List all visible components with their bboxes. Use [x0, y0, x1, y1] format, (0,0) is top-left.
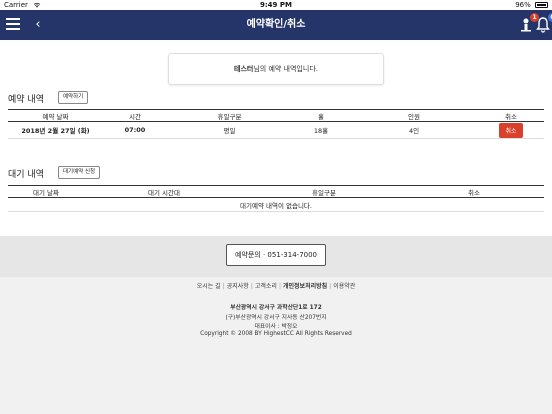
page-title: 예약확인/취소	[246, 19, 306, 30]
column-header: 홀	[292, 109, 350, 122]
cancel-button[interactable]: 취소	[499, 122, 523, 138]
column-header: 휴일구분	[244, 185, 404, 198]
user-button[interactable]: 1	[517, 13, 539, 34]
column-header: 인원	[350, 109, 478, 122]
column-header: 시간	[103, 109, 167, 122]
footer-contact-bar: 예약문의 · 051-314-7000	[0, 236, 552, 277]
back-button[interactable]: ‹	[28, 13, 48, 37]
notification-button[interactable]: 0	[535, 13, 552, 34]
column-header: 대기 날짜	[8, 185, 84, 198]
footer: 예약문의 · 051-314-7000 오시는 길 | 공지사항 | 고객소리 | 개인정보…	[0, 236, 552, 414]
footer-copyright: Copyright © 2008 BY HighestCC All Rights…	[200, 331, 352, 337]
waiting-table-header: 대기 날짜 대기 시간대 휴일구분 취소	[8, 185, 544, 198]
menu-icon[interactable]	[6, 18, 20, 32]
link-customer-voice[interactable]: 고객소리	[255, 283, 277, 290]
reservation-date: 2018년 2월 27일 (화)	[8, 121, 103, 139]
reservation-time: 07:00	[103, 121, 167, 139]
reservation-notice: 테스터님의 예약 내역입니다.	[168, 53, 384, 85]
link-privacy[interactable]: 개인정보처리방침	[283, 283, 327, 290]
footer-address: 부산광역시 강서구 과학산단1로 172	[230, 305, 322, 311]
battery-percent: 96%	[515, 1, 531, 9]
waiting-section-title: 대기 내역	[8, 170, 44, 180]
column-header: 예약 날짜	[8, 109, 103, 122]
status-bar: Carrier 9:49 PM 96%	[0, 0, 552, 10]
notification-badge: 0	[548, 13, 552, 22]
reservation-table: 예약 날짜 시간 휴일구분 홀 인원 취소 2018년 2월 27일 (화) 0…	[8, 109, 544, 139]
link-terms[interactable]: 이용약관	[333, 283, 355, 290]
clock: 9:49 PM	[260, 1, 292, 9]
notice-text: 님의 예약 내역입니다.	[253, 65, 318, 73]
nav-bar: ‹ 예약확인/취소 1 0	[0, 10, 552, 40]
footer-links: 오시는 길 | 공지사항 | 고객소리 | 개인정보처리방침 | 이용약관	[196, 283, 356, 290]
reservation-day-type: 평일	[167, 121, 292, 139]
waiting-request-button[interactable]: 대기예약 신청	[58, 166, 101, 179]
make-reservation-button[interactable]: 예약하기	[58, 91, 89, 104]
column-header: 취소	[478, 109, 544, 122]
reservation-section-title: 예약 내역	[8, 95, 44, 105]
contact-button[interactable]: 예약문의 · 051-314-7000	[226, 244, 326, 266]
footer-ceo: 대표이사 : 박정오	[254, 324, 298, 330]
status-right: 96%	[515, 0, 548, 10]
reservation-table-header: 예약 날짜 시간 휴일구분 홀 인원 취소	[8, 109, 544, 122]
empty-row: 대기예약 내역이 없습니다.	[8, 197, 544, 212]
column-header: 취소	[404, 185, 544, 198]
link-directions[interactable]: 오시는 길	[197, 283, 221, 290]
reservation-hole: 18홀	[292, 121, 350, 139]
user-name: 테스터	[234, 65, 254, 73]
battery-icon	[535, 2, 548, 8]
empty-message: 대기예약 내역이 없습니다.	[8, 197, 544, 212]
column-header: 대기 시간대	[84, 185, 244, 198]
cancel-cell: 취소	[478, 121, 544, 139]
waiting-table: 대기 날짜 대기 시간대 휴일구분 취소 대기예약 내역이 없습니다.	[8, 185, 544, 212]
reservation-people: 4인	[350, 121, 478, 139]
column-header: 휴일구분	[167, 109, 292, 122]
table-row: 2018년 2월 27일 (화) 07:00 평일 18홀 4인 취소	[8, 121, 544, 139]
link-notice[interactable]: 공지사항	[227, 283, 249, 290]
footer-old-address: (구)부산광역시 강서구 지사동 산207번지	[225, 315, 327, 321]
